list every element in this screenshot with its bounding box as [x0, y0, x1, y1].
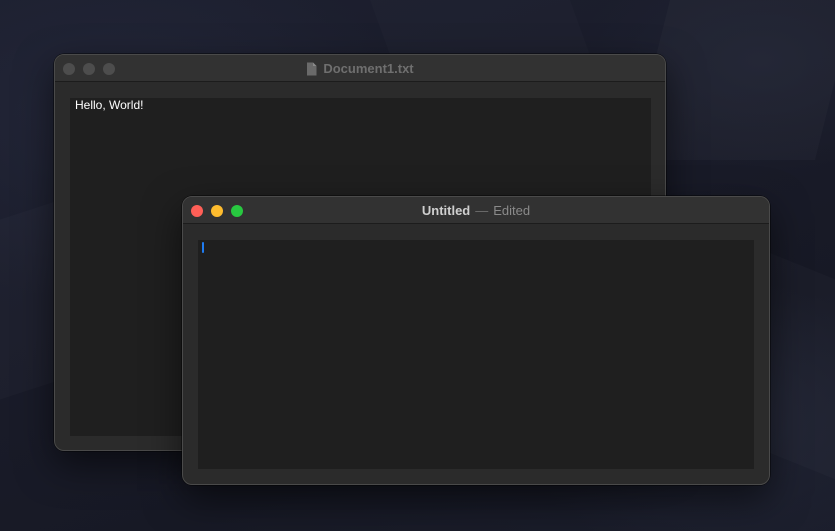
text-editor-area[interactable] — [198, 240, 754, 469]
document-text[interactable]: Hello, World! — [75, 98, 143, 112]
text-cursor — [202, 242, 204, 253]
title-separator: — — [475, 203, 489, 218]
wallpaper-facet — [370, 0, 590, 55]
window-title: Untitled — Edited — [183, 197, 769, 224]
window-titlebar[interactable]: Untitled — Edited — [183, 197, 769, 224]
document-icon — [306, 62, 317, 76]
edited-status: Edited — [493, 203, 531, 218]
window-title: Document1.txt — [55, 55, 665, 82]
window-title-text: Untitled — [421, 203, 471, 218]
window-titlebar[interactable]: Document1.txt — [55, 55, 665, 82]
window-title-text: Document1.txt — [323, 61, 414, 76]
document-window-front[interactable]: Untitled — Edited — [182, 196, 770, 485]
